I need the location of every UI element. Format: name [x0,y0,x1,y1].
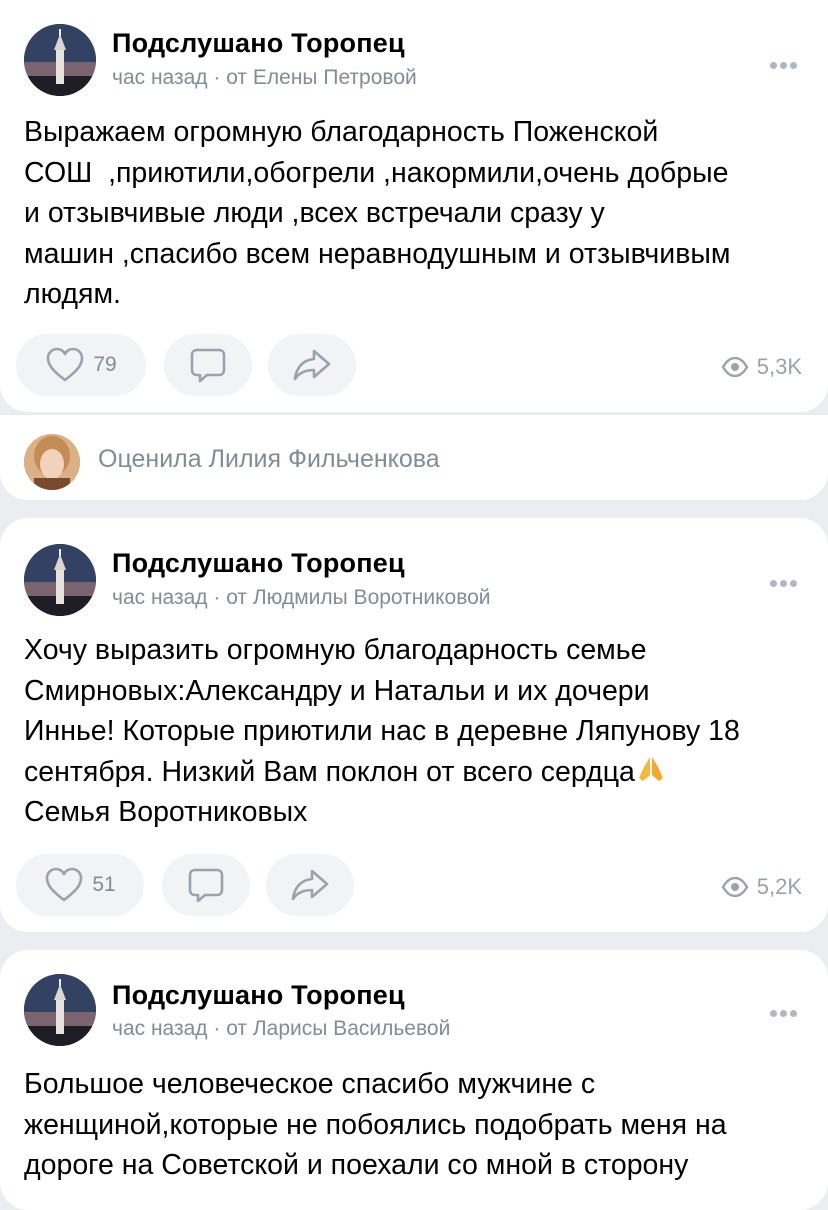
group-avatar[interactable] [24,24,96,96]
views-count: 5,2K [756,874,802,899]
post-text: Хочу выразить огромную благодарность сем… [24,630,814,833]
like-button[interactable]: 79 [16,334,146,396]
post-meta: час назад · от Ларисы Васильевой [112,1017,451,1040]
post-card: Подслушано Торопец час назад · от Елены … [0,0,828,412]
share-button[interactable] [266,854,354,916]
group-avatar[interactable] [24,974,96,1046]
liked-by-text: Оценила Лилия Фильченкова [98,445,440,473]
share-icon [291,869,329,901]
liked-by-row[interactable]: Оценила Лилия Фильченкова [0,414,828,500]
post-meta: час назад · от Елены Петровой [112,66,417,89]
more-dots-icon[interactable] [770,1004,804,1017]
share-icon [293,349,331,381]
post-text-tail: Семья Воротниковых [24,796,308,828]
comment-icon [188,868,224,903]
avatar[interactable] [24,434,80,490]
like-button[interactable]: 51 [16,854,144,916]
post-text-main: Хочу выразить огромную благодарность сем… [24,634,740,788]
comment-icon [190,348,226,383]
more-dots-icon[interactable] [770,56,804,69]
group-avatar[interactable] [24,544,96,616]
post-card: Подслушано Торопец час назад · от Ларисы… [0,950,828,1210]
heart-icon [46,867,83,902]
like-count: 79 [93,353,117,376]
group-name[interactable]: Подслушано Торопец [112,28,405,59]
comment-button[interactable] [162,854,250,916]
views-counter: 5,3K [721,354,802,380]
group-name[interactable]: Подслушано Торопец [112,980,405,1011]
folded-hands-emoji [638,756,663,781]
post-meta: час назад · от Людмилы Воротниковой [112,586,491,609]
views-counter: 5,2K [721,874,802,900]
post-card: Подслушано Торопец час назад · от Людмил… [0,518,828,932]
eye-icon [721,357,749,377]
comment-button[interactable] [164,334,252,396]
like-count: 51 [92,873,116,896]
post-text: Выражаем огромную благодарность Поженско… [24,116,731,310]
heart-icon [47,347,84,382]
post-text: Большое человеческое спасибо мужчине с ж… [24,1068,727,1181]
views-count: 5,3K [756,354,802,379]
group-name[interactable]: Подслушано Торопец [112,548,405,579]
share-button[interactable] [268,334,356,396]
more-dots-icon[interactable] [770,574,804,587]
eye-icon [721,877,749,897]
